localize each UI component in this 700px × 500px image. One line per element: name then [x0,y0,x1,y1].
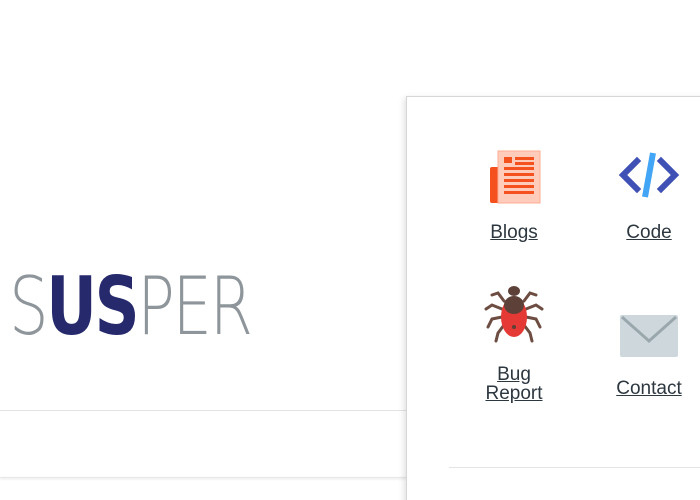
envelope-icon [620,315,678,357]
susper-logo[interactable]: SUSPER [9,260,253,353]
bottom-divider [0,477,406,478]
logo-part-us: US [46,260,139,353]
app-item-contact[interactable]: Contact [584,303,700,398]
bug-icon [484,286,544,343]
app-label-bug-report: Bug Report [485,364,543,404]
logo-part-s: S [9,260,49,353]
apps-menu-divider [449,467,700,468]
apps-menu-dropdown: Blogs Code Bug Report Contact [406,96,700,500]
newspaper-icon [490,150,541,204]
code-icon [618,152,680,198]
app-label-code: Code [626,222,672,243]
app-item-bug-report[interactable]: Bug Report [449,279,579,403]
search-area-divider [0,410,406,411]
app-label-blogs: Blogs [490,222,538,243]
page: SUSPER Blogs Code Bug Report Contact [0,0,700,500]
app-item-blogs[interactable]: Blogs [449,145,579,242]
app-item-code[interactable]: Code [584,145,700,242]
app-label-contact: Contact [616,378,682,399]
logo-part-per: PER [137,260,253,353]
